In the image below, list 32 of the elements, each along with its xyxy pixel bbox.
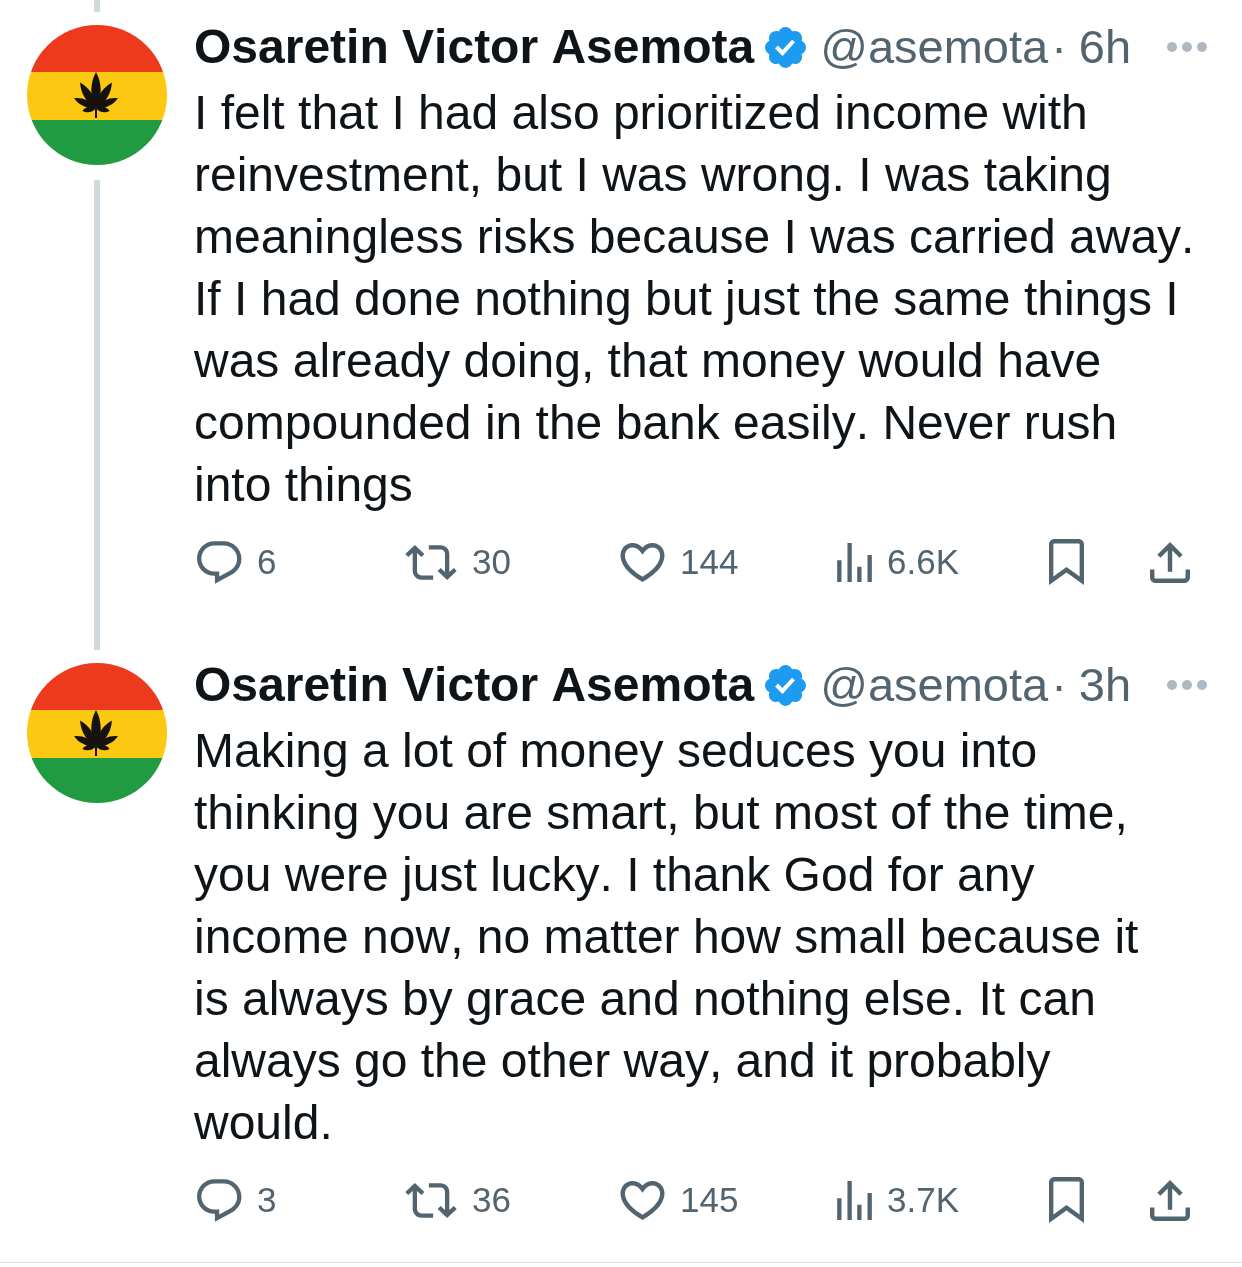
repost-arrows-icon <box>405 544 457 580</box>
repost-button[interactable]: 36 <box>405 1180 511 1220</box>
post-time[interactable]: 3h <box>1078 654 1132 716</box>
bookmark-icon[interactable] <box>1049 539 1084 585</box>
post-text: I felt that I had also prioritized income with reinvestment, but I was wrong. I was taking meaningless risks because I was carried away. If I had done nothing but just the same things I was already doing, that money would have compounded in the bank easily. Never rush into things <box>194 85 1196 513</box>
author-name[interactable]: Osaretin Victor Asemota <box>194 654 755 716</box>
author-handle[interactable]: @asemota <box>820 654 1049 716</box>
reply-button[interactable]: 6 <box>197 540 277 584</box>
views-button[interactable]: 3.7K <box>837 1180 959 1220</box>
repost-arrows-icon <box>405 1182 457 1218</box>
author-handle[interactable]: @asemota <box>820 16 1049 78</box>
bar-chart-icon <box>837 1180 872 1220</box>
flag-avatar-icon[interactable] <box>27 663 167 803</box>
repost-button[interactable]: 30 <box>405 542 511 582</box>
speech-bubble-icon <box>197 540 242 584</box>
share-icon[interactable] <box>1150 1179 1190 1221</box>
post-text: Making a lot of money seduces you into thinking you are smart, but most of the time, you were just lucky. I thank God for any income now, no matter how small because it is always by grace and nothing else. It can always go the other way, and it probably would. <box>194 723 1140 1151</box>
post-time[interactable]: 6h <box>1078 16 1132 78</box>
separator-dot: · <box>1051 19 1067 75</box>
separator-dot: · <box>1051 657 1067 713</box>
share-icon[interactable] <box>1150 541 1190 583</box>
heart-icon <box>620 542 665 582</box>
reply-button[interactable]: 3 <box>197 1178 277 1222</box>
flag-avatar-icon[interactable] <box>27 25 167 165</box>
like-button[interactable]: 144 <box>620 542 739 582</box>
author-name[interactable]: Osaretin Victor Asemota <box>194 16 755 78</box>
bar-chart-icon <box>837 542 872 582</box>
speech-bubble-icon <box>197 1178 242 1222</box>
heart-icon <box>620 1180 665 1220</box>
views-button[interactable]: 6.6K <box>837 542 959 582</box>
like-button[interactable]: 145 <box>620 1180 739 1220</box>
bookmark-icon[interactable] <box>1049 1177 1084 1223</box>
